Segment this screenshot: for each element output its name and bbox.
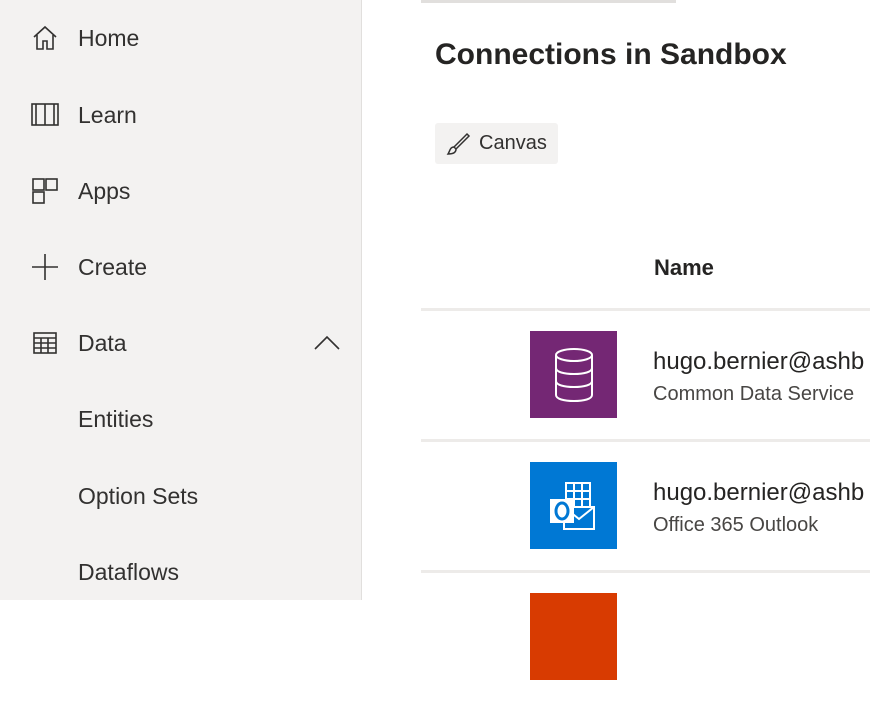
canvas-filter-button[interactable]: Canvas bbox=[435, 123, 558, 164]
apps-icon bbox=[30, 176, 60, 206]
column-header-name[interactable]: Name bbox=[654, 255, 714, 281]
nav-item-dataflows[interactable]: Dataflows bbox=[0, 546, 361, 598]
nav-label-dataflows: Dataflows bbox=[78, 558, 179, 585]
nav-item-option-sets[interactable]: Option Sets bbox=[0, 470, 361, 522]
connection-subtitle: Common Data Service bbox=[653, 383, 855, 405]
nav-label-apps: Apps bbox=[78, 177, 131, 204]
connection-title: hugo.bernier@ashb bbox=[653, 348, 865, 375]
office-icon bbox=[530, 593, 617, 680]
database-icon bbox=[530, 331, 617, 418]
top-divider bbox=[421, 0, 676, 3]
connection-subtitle: Office 365 Outlook bbox=[653, 514, 819, 536]
table-row[interactable]: hugo.bernier@ashb Common Data Service bbox=[421, 311, 870, 439]
plus-icon bbox=[30, 252, 60, 282]
nav-label-create: Create bbox=[78, 253, 148, 280]
page-title: Connections in Sandbox bbox=[435, 38, 787, 71]
main-content: Connections in Sandbox Canvas Name hugo.… bbox=[362, 0, 870, 680]
left-nav: Home Learn Apps Create Data Entities Opt… bbox=[0, 0, 362, 600]
nav-label-home: Home bbox=[78, 24, 140, 51]
canvas-filter-label: Canvas bbox=[479, 132, 547, 154]
nav-label-entities: Entities bbox=[78, 405, 154, 432]
connection-title: hugo.bernier@ashb bbox=[653, 479, 865, 506]
table-row[interactable]: hugo.bernier@ashb Office 365 Outlook bbox=[421, 442, 870, 570]
book-icon bbox=[30, 100, 60, 130]
table-icon bbox=[30, 328, 60, 358]
nav-label-learn: Learn bbox=[78, 101, 137, 128]
nav-item-learn[interactable]: Learn bbox=[0, 89, 361, 141]
outlook-icon bbox=[530, 462, 617, 549]
nav-label-data: Data bbox=[78, 329, 127, 356]
nav-item-home[interactable]: Home bbox=[0, 12, 361, 64]
nav-label-option-sets: Option Sets bbox=[78, 482, 199, 509]
nav-item-create[interactable]: Create bbox=[0, 241, 361, 293]
brush-icon bbox=[445, 132, 471, 156]
table-row[interactable] bbox=[421, 573, 870, 701]
nav-item-data[interactable]: Data bbox=[0, 317, 361, 369]
home-icon bbox=[30, 23, 60, 53]
chevron-up-icon[interactable] bbox=[310, 328, 344, 358]
nav-item-apps[interactable]: Apps bbox=[0, 165, 361, 217]
nav-item-entities[interactable]: Entities bbox=[0, 393, 361, 445]
